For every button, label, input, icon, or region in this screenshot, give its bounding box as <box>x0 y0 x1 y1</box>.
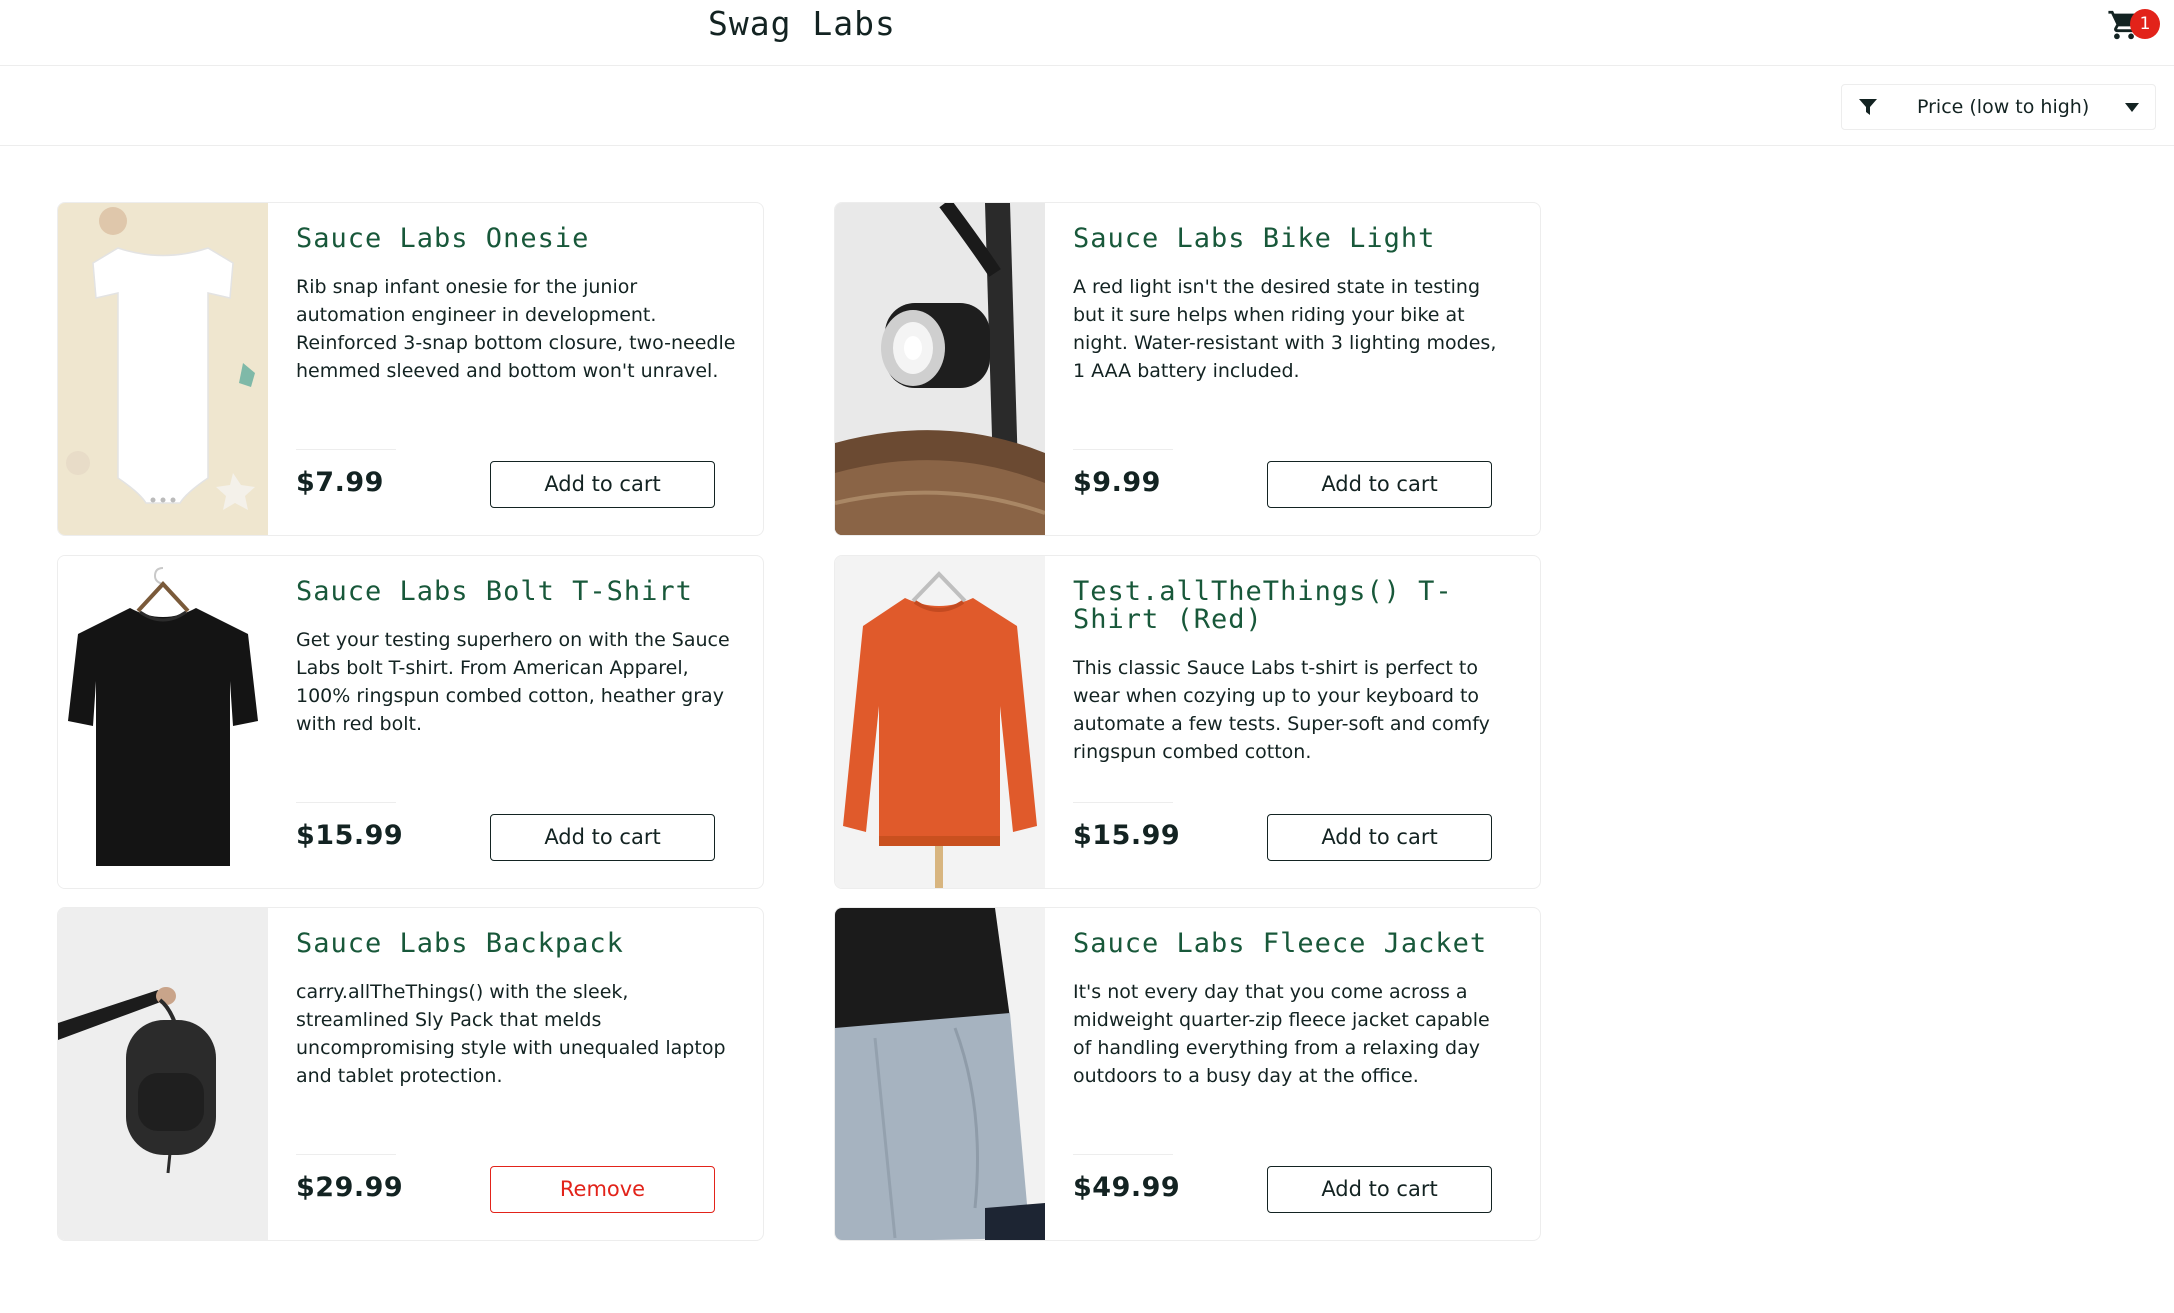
primary-header: Swag Labs 1 <box>0 0 2174 66</box>
product-card: Sauce Labs Backpack carry.allTheThings()… <box>57 907 764 1241</box>
product-price: $29.99 <box>296 1172 404 1203</box>
add-to-cart-button[interactable]: Add to cart <box>1267 461 1492 508</box>
product-price: $9.99 <box>1073 467 1161 498</box>
product-description: Rib snap infant onesie for the junior au… <box>296 276 736 382</box>
product-description: carry.allTheThings() with the sleek, str… <box>296 981 726 1087</box>
product-price: $15.99 <box>1073 820 1181 851</box>
remove-button[interactable]: Remove <box>490 1166 715 1213</box>
product-title[interactable]: Sauce Labs Bolt T-Shirt <box>296 578 736 606</box>
product-price: $15.99 <box>296 820 404 851</box>
product-image-fleece-jacket[interactable] <box>835 908 1045 1240</box>
add-to-cart-button[interactable]: Add to cart <box>1267 1166 1492 1213</box>
product-title[interactable]: Sauce Labs Onesie <box>296 225 736 253</box>
product-image-onesie[interactable] <box>58 203 268 535</box>
add-to-cart-button[interactable]: Add to cart <box>490 814 715 861</box>
product-price: $7.99 <box>296 467 384 498</box>
product-card: Sauce Labs Bolt T-Shirt Get your testing… <box>57 555 764 889</box>
sort-selected-label: Price (low to high) <box>1917 96 2090 118</box>
product-card: Test.allTheThings() T-Shirt (Red) This c… <box>834 555 1541 889</box>
product-card: Sauce Labs Fleece Jacket It's not every … <box>834 907 1541 1241</box>
price-divider <box>1073 802 1173 803</box>
product-image-backpack[interactable] <box>58 908 268 1240</box>
product-description: Get your testing superhero on with the S… <box>296 629 730 735</box>
price-divider <box>296 449 396 450</box>
price-divider <box>296 802 396 803</box>
product-title[interactable]: Sauce Labs Backpack <box>296 930 736 958</box>
price-divider <box>1073 449 1173 450</box>
filter-icon <box>1859 99 1877 115</box>
product-card: Sauce Labs Bike Light A red light isn't … <box>834 202 1541 536</box>
secondary-header: Price (low to high) <box>0 66 2174 146</box>
product-price: $49.99 <box>1073 1172 1181 1203</box>
product-image-bolt-tshirt[interactable] <box>58 556 268 888</box>
product-description: It's not every day that you come across … <box>1073 981 1490 1087</box>
price-divider <box>296 1154 396 1155</box>
caret-down-icon <box>2125 103 2139 112</box>
add-to-cart-button[interactable]: Add to cart <box>490 461 715 508</box>
product-card: Sauce Labs Onesie Rib snap infant onesie… <box>57 202 764 536</box>
price-divider <box>1073 1154 1173 1155</box>
product-image-red-tshirt[interactable] <box>835 556 1045 888</box>
product-title[interactable]: Sauce Labs Fleece Jacket <box>1073 930 1513 958</box>
shopping-cart-link[interactable]: 1 <box>2106 8 2160 48</box>
sort-select[interactable]: Price (low to high) <box>1841 84 2156 130</box>
product-title[interactable]: Test.allTheThings() T-Shirt (Red) <box>1073 578 1513 634</box>
product-description: This classic Sauce Labs t-shirt is perfe… <box>1073 657 1490 763</box>
cart-badge: 1 <box>2130 9 2160 39</box>
product-title[interactable]: Sauce Labs Bike Light <box>1073 225 1513 253</box>
add-to-cart-button[interactable]: Add to cart <box>1267 814 1492 861</box>
app-logo: Swag Labs <box>708 4 896 43</box>
product-image-bike-light[interactable] <box>835 203 1045 535</box>
product-description: A red light isn't the desired state in t… <box>1073 276 1497 382</box>
